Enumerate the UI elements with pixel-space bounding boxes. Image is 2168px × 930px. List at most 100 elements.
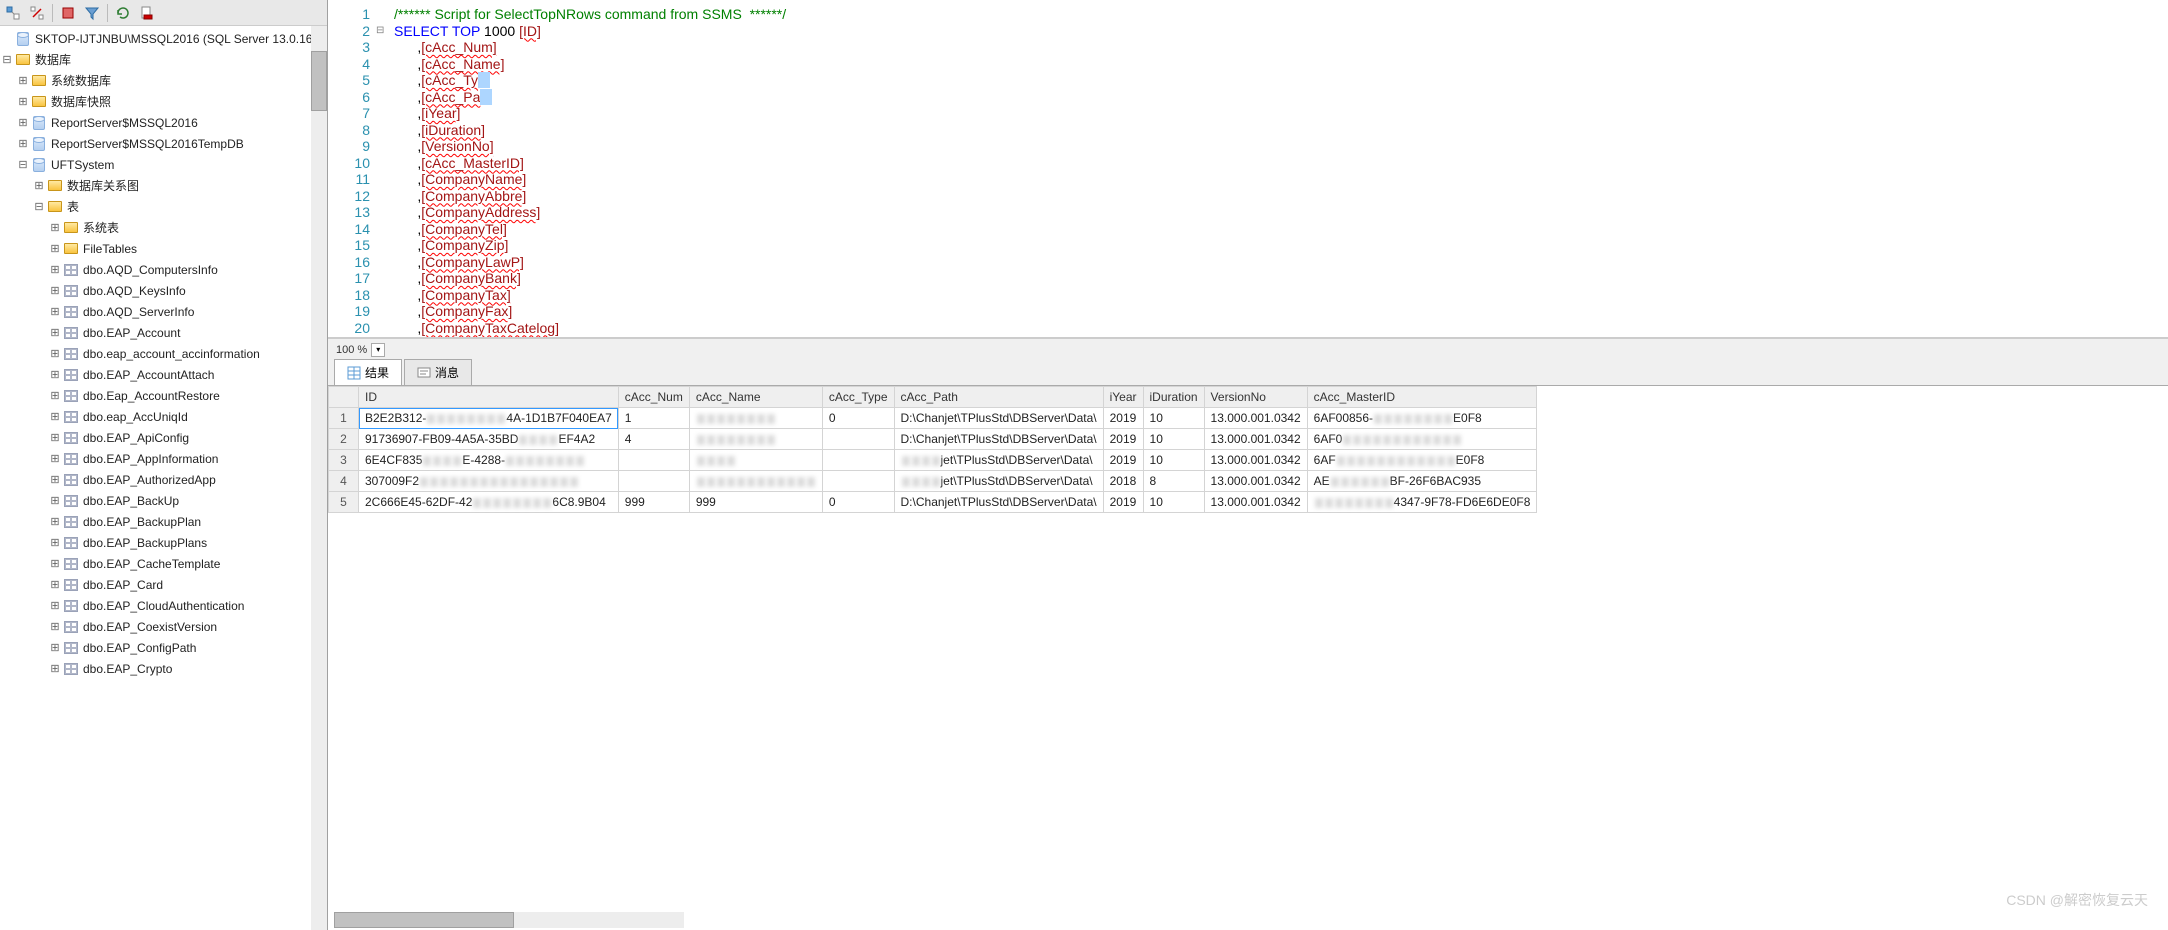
table-node[interactable]: dbo.Eap_AccountRestore (0, 385, 327, 406)
table-node[interactable]: dbo.eap_AccUniqId (0, 406, 327, 427)
grid-cell[interactable]: AEBF-26F6BAC935 (1307, 471, 1537, 492)
col-header[interactable]: iDuration (1143, 387, 1204, 408)
grid-cell[interactable]: 91736907-FB09-4A5A-35BDEF4A2 (359, 429, 619, 450)
table-node[interactable]: dbo.EAP_AppInformation (0, 448, 327, 469)
expand-toggle[interactable] (48, 641, 62, 655)
table-node[interactable]: dbo.EAP_AccountAttach (0, 364, 327, 385)
server-node[interactable]: SKTOP-IJTJNBU\MSSQL2016 (SQL Server 13.0… (0, 28, 327, 49)
table-node[interactable]: dbo.AQD_KeysInfo (0, 280, 327, 301)
grid-cell[interactable]: 13.000.001.0342 (1204, 471, 1307, 492)
expand-toggle[interactable] (48, 536, 62, 550)
grid-cell[interactable]: 13.000.001.0342 (1204, 408, 1307, 429)
grid-cell[interactable] (689, 408, 822, 429)
grid-cell[interactable]: 6E4CF835E-4288- (359, 450, 619, 471)
grid-cell[interactable]: 1 (618, 408, 689, 429)
db-node[interactable]: ReportServer$MSSQL2016 (0, 112, 327, 133)
code-area[interactable]: /****** Script for SelectTopNRows comman… (388, 0, 2168, 337)
grid-cell[interactable]: 13.000.001.0342 (1204, 429, 1307, 450)
table-node[interactable]: dbo.EAP_CoexistVersion (0, 616, 327, 637)
zoom-dropdown[interactable]: ▾ (371, 343, 385, 357)
col-header[interactable]: cAcc_MasterID (1307, 387, 1537, 408)
grid-cell[interactable] (689, 471, 822, 492)
grid-cell[interactable] (689, 429, 822, 450)
grid-cell[interactable]: B2E2B312-4A-1D1B7F040EA7 (359, 408, 619, 429)
grid-cell[interactable]: 6AF00856-E0F8 (1307, 408, 1537, 429)
col-header[interactable]: cAcc_Path (894, 387, 1103, 408)
grid-cell[interactable]: D:\Chanjet\TPlusStd\DBServer\Data\ (894, 408, 1103, 429)
grid-cell[interactable]: 10 (1143, 429, 1204, 450)
expand-toggle[interactable] (48, 431, 62, 445)
grid-cell[interactable]: 2018 (1103, 471, 1143, 492)
expand-toggle[interactable] (48, 326, 62, 340)
table-row[interactable]: 4307009F2jet\TPlusStd\DBServer\Data\2018… (329, 471, 1537, 492)
db-node[interactable]: UFTSystem (0, 154, 327, 175)
expand-toggle[interactable] (16, 158, 30, 172)
filter-icon[interactable] (83, 4, 101, 22)
grid-cell[interactable]: 4 (618, 429, 689, 450)
expand-toggle[interactable] (48, 494, 62, 508)
grid-cell[interactable]: 13.000.001.0342 (1204, 450, 1307, 471)
table-node[interactable]: dbo.eap_account_accinformation (0, 343, 327, 364)
grid-cell[interactable]: 8 (1143, 471, 1204, 492)
col-header[interactable]: ID (359, 387, 619, 408)
grid-cell[interactable]: 0 (822, 408, 894, 429)
grid-cell[interactable]: 307009F2 (359, 471, 619, 492)
grid-cell[interactable]: 2C666E45-62DF-426C8.9B04 (359, 492, 619, 513)
expand-toggle[interactable] (48, 578, 62, 592)
table-node[interactable]: dbo.EAP_CacheTemplate (0, 553, 327, 574)
expand-toggle[interactable] (16, 137, 30, 151)
expand-toggle[interactable] (48, 263, 62, 277)
expand-toggle[interactable] (48, 305, 62, 319)
grid-cell[interactable]: 999 (689, 492, 822, 513)
table-node[interactable]: dbo.EAP_BackupPlan (0, 511, 327, 532)
expand-toggle[interactable] (48, 599, 62, 613)
grid-cell[interactable]: 2019 (1103, 492, 1143, 513)
expand-toggle[interactable] (48, 368, 62, 382)
table-node[interactable]: dbo.EAP_Crypto (0, 658, 327, 679)
grid-cell[interactable]: 6AF0 (1307, 429, 1537, 450)
expand-toggle[interactable] (16, 74, 30, 88)
expand-toggle[interactable] (48, 242, 62, 256)
expand-toggle[interactable] (48, 557, 62, 571)
expand-toggle[interactable] (0, 53, 14, 67)
grid-cell[interactable]: 10 (1143, 492, 1204, 513)
disconnect-icon[interactable] (28, 4, 46, 22)
table-node[interactable]: dbo.EAP_CloudAuthentication (0, 595, 327, 616)
expand-toggle[interactable] (48, 284, 62, 298)
grid-cell[interactable]: 10 (1143, 450, 1204, 471)
table-node[interactable]: dbo.EAP_AuthorizedApp (0, 469, 327, 490)
object-tree[interactable]: SKTOP-IJTJNBU\MSSQL2016 (SQL Server 13.0… (0, 26, 327, 930)
expand-toggle[interactable] (48, 452, 62, 466)
table-row[interactable]: 36E4CF835E-4288-jet\TPlusStd\DBServer\Da… (329, 450, 1537, 471)
grid-cell[interactable]: 999 (618, 492, 689, 513)
table-node[interactable]: dbo.EAP_Card (0, 574, 327, 595)
expand-toggle[interactable] (48, 473, 62, 487)
grid-cell[interactable] (822, 471, 894, 492)
grid-cell[interactable]: 10 (1143, 408, 1204, 429)
grid-cell[interactable]: 0 (822, 492, 894, 513)
connect-icon[interactable] (4, 4, 22, 22)
expand-toggle[interactable] (32, 179, 46, 193)
grid-cell[interactable]: 2019 (1103, 450, 1143, 471)
grid-cell[interactable] (618, 471, 689, 492)
table-node[interactable]: dbo.EAP_BackUp (0, 490, 327, 511)
tree-scrollbar[interactable] (311, 26, 327, 930)
table-row[interactable]: 291736907-FB09-4A5A-35BDEF4A24D:\Chanjet… (329, 429, 1537, 450)
grid-cell[interactable]: 2019 (1103, 408, 1143, 429)
grid-cell[interactable]: 2019 (1103, 429, 1143, 450)
expand-toggle[interactable] (48, 620, 62, 634)
grid-hscrollbar[interactable] (334, 912, 684, 928)
table-row[interactable]: 52C666E45-62DF-426C8.9B049999990D:\Chanj… (329, 492, 1537, 513)
results-grid-wrap[interactable]: IDcAcc_NumcAcc_NamecAcc_TypecAcc_PathiYe… (328, 386, 2168, 930)
expand-toggle[interactable] (48, 221, 62, 235)
grid-cell[interactable] (822, 429, 894, 450)
grid-cell[interactable]: jet\TPlusStd\DBServer\Data\ (894, 471, 1103, 492)
script-icon[interactable] (138, 4, 156, 22)
col-header[interactable]: cAcc_Num (618, 387, 689, 408)
grid-cell[interactable] (618, 450, 689, 471)
sql-editor[interactable]: 1234567891011121314151617181920 /****** … (328, 0, 2168, 338)
grid-cell[interactable]: D:\Chanjet\TPlusStd\DBServer\Data\ (894, 492, 1103, 513)
grid-cell[interactable] (689, 450, 822, 471)
col-header[interactable]: cAcc_Type (822, 387, 894, 408)
table-row[interactable]: 1B2E2B312-4A-1D1B7F040EA7 10 D:\Chanjet\TP… (329, 408, 1537, 429)
